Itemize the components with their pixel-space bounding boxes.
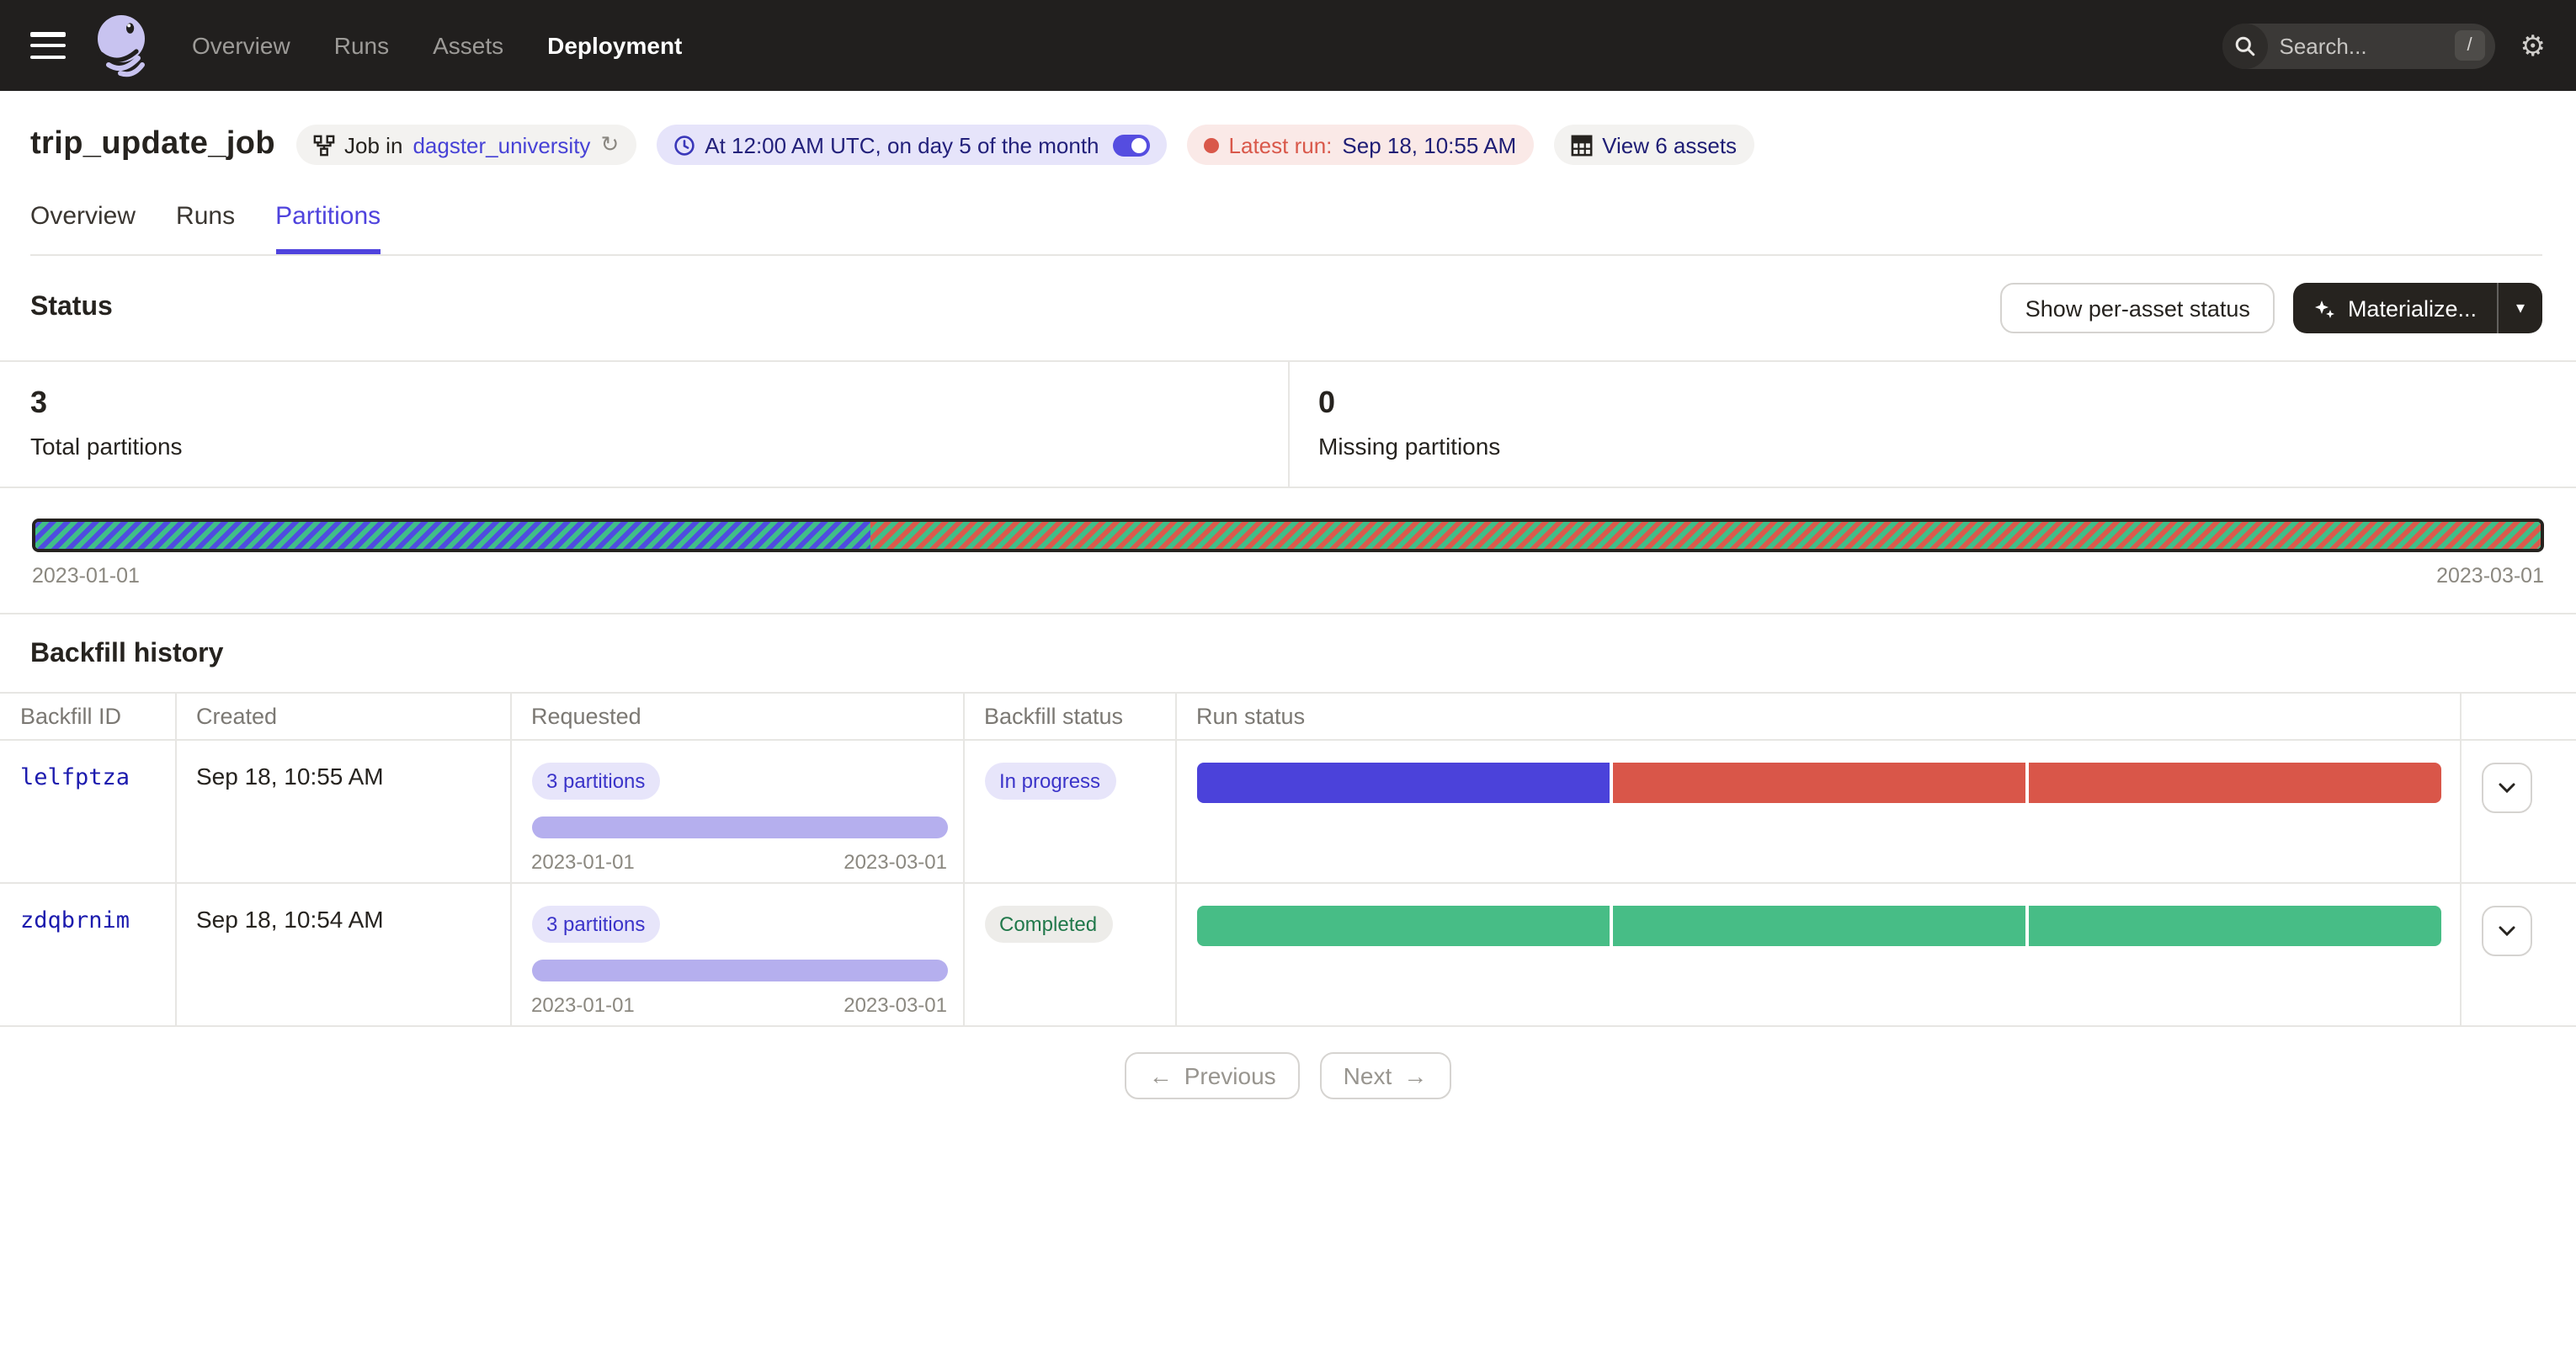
- requested-range-bar: [531, 960, 947, 981]
- gear-icon[interactable]: ⚙: [2520, 31, 2547, 60]
- col-header-backfill-id: Backfill ID: [0, 693, 175, 740]
- col-header-requested: Requested: [510, 693, 963, 740]
- previous-page-button[interactable]: ← Previous: [1126, 1052, 1300, 1099]
- tab-runs[interactable]: Runs: [176, 202, 235, 254]
- row-expand-button[interactable]: [2481, 906, 2531, 956]
- materialize-split-button: Materialize... ▾: [2294, 283, 2542, 333]
- col-header-run-status: Run status: [1175, 693, 2460, 740]
- partitions-count-badge[interactable]: 3 partitions: [531, 906, 660, 943]
- arrow-right-icon: →: [1403, 1062, 1427, 1089]
- refresh-icon[interactable]: ↻: [600, 131, 619, 158]
- asset-grid-icon: [1570, 134, 1592, 156]
- partition-stats-row: 3 Total partitions 0 Missing partitions: [0, 360, 2576, 488]
- dagster-logo-icon[interactable]: [88, 10, 155, 81]
- schedule-label: At 12:00 AM UTC, on day 5 of the month: [705, 132, 1099, 157]
- latest-run-link[interactable]: Sep 18, 10:55 AM: [1342, 132, 1516, 157]
- job-header: trip_update_job Job in dagster_universit…: [0, 91, 2576, 256]
- repo-link[interactable]: dagster_university: [412, 132, 590, 157]
- materialize-dropdown-button[interactable]: ▾: [2499, 283, 2542, 333]
- show-per-asset-status-button[interactable]: Show per-asset status: [2000, 283, 2275, 333]
- nav-item-runs[interactable]: Runs: [334, 32, 389, 59]
- missing-partitions-label: Missing partitions: [1318, 433, 2576, 460]
- run-segment-failed[interactable]: [2029, 763, 2442, 803]
- search-placeholder: Search...: [2280, 33, 2455, 58]
- created-timestamp: Sep 18, 10:55 AM: [196, 763, 384, 790]
- requested-range-end: 2023-03-01: [844, 850, 947, 874]
- sparkle-icon: [2314, 297, 2336, 319]
- top-navigation-bar: Overview Runs Assets Deployment Search..…: [0, 0, 2576, 91]
- tab-overview[interactable]: Overview: [30, 202, 136, 254]
- status-heading: Status: [30, 293, 113, 323]
- run-segment-succeeded[interactable]: [1196, 906, 1610, 946]
- partition-status-bar-block: 2023-01-01 2023-03-01: [0, 488, 2576, 614]
- search-icon: [2222, 23, 2268, 68]
- backfill-id-link[interactable]: zdqbrnim: [20, 907, 130, 934]
- view-assets-label: View 6 assets: [1602, 132, 1737, 157]
- partition-bar-segment-mixed-failed: [870, 522, 2541, 549]
- search-input[interactable]: Search... /: [2222, 23, 2495, 68]
- run-segment-failed[interactable]: [1613, 763, 2026, 803]
- hamburger-menu-icon[interactable]: [30, 32, 66, 59]
- latest-run-label: Latest run:: [1229, 132, 1333, 157]
- primary-nav: Overview Runs Assets Deployment: [192, 32, 682, 59]
- pagination: ← Previous Next →: [0, 1052, 2576, 1099]
- partition-status-bar[interactable]: [32, 519, 2544, 552]
- requested-range-start: 2023-01-01: [531, 993, 635, 1017]
- schedule-toggle[interactable]: [1113, 134, 1150, 156]
- search-shortcut-key: /: [2455, 30, 2485, 61]
- backfill-id-link[interactable]: lelfptza: [20, 764, 130, 791]
- job-tabs: Overview Runs Partitions: [30, 202, 2542, 256]
- table-row: zdqbrnim Sep 18, 10:54 AM 3 partitions 2…: [0, 883, 2576, 1026]
- total-partitions-stat: 3 Total partitions: [0, 362, 1288, 487]
- table-header-row: Backfill ID Created Requested Backfill s…: [0, 693, 2576, 740]
- materialize-button[interactable]: Materialize...: [2294, 283, 2497, 333]
- page-title: trip_update_job: [30, 126, 275, 163]
- partition-range-start-label: 2023-01-01: [32, 564, 140, 588]
- nav-item-deployment[interactable]: Deployment: [547, 32, 682, 59]
- total-partitions-label: Total partitions: [30, 433, 1288, 460]
- view-assets-tag[interactable]: View 6 assets: [1553, 125, 1754, 165]
- col-header-actions: [2460, 693, 2576, 740]
- next-page-button[interactable]: Next →: [1320, 1052, 1451, 1099]
- app-viewport: Overview Runs Assets Deployment Search..…: [0, 0, 2576, 1367]
- partition-bar-segment-mixed-inprogress: [35, 522, 870, 549]
- clock-icon: [673, 134, 695, 156]
- run-status-bar[interactable]: [1196, 763, 2442, 803]
- schedule-tag: At 12:00 AM UTC, on day 5 of the month: [656, 125, 1166, 165]
- chevron-down-icon: [2498, 783, 2515, 793]
- run-segment-succeeded[interactable]: [2029, 906, 2442, 946]
- col-header-created: Created: [175, 693, 510, 740]
- run-segment-succeeded[interactable]: [1613, 906, 2026, 946]
- latest-run-tag: Latest run: Sep 18, 10:55 AM: [1187, 125, 1534, 165]
- created-timestamp: Sep 18, 10:54 AM: [196, 906, 384, 933]
- run-status-bar[interactable]: [1196, 906, 2442, 946]
- requested-range-start: 2023-01-01: [531, 850, 635, 874]
- partitions-count-badge[interactable]: 3 partitions: [531, 763, 660, 800]
- backfill-history-heading: Backfill history: [30, 640, 2576, 670]
- partition-range-end-label: 2023-03-01: [2436, 564, 2544, 588]
- run-segment-in-progress[interactable]: [1196, 763, 1610, 803]
- job-icon: [312, 134, 334, 156]
- run-status-dot-icon: [1204, 137, 1219, 152]
- requested-range-end: 2023-03-01: [844, 993, 947, 1017]
- nav-item-assets[interactable]: Assets: [433, 32, 503, 59]
- backfill-status-badge: Completed: [984, 906, 1112, 943]
- nav-item-overview[interactable]: Overview: [192, 32, 290, 59]
- requested-range-bar: [531, 816, 947, 838]
- missing-partitions-value: 0: [1318, 386, 2576, 421]
- arrow-left-icon: ←: [1149, 1062, 1173, 1089]
- backfill-status-badge: In progress: [984, 763, 1115, 800]
- table-row: lelfptza Sep 18, 10:55 AM 3 partitions 2…: [0, 740, 2576, 883]
- tab-partitions[interactable]: Partitions: [275, 202, 381, 254]
- status-header-row: Status Show per-asset status Materialize…: [0, 256, 2576, 360]
- chevron-down-icon: [2498, 926, 2515, 936]
- job-repo-tag: Job in dagster_university ↻: [295, 125, 636, 165]
- total-partitions-value: 3: [30, 386, 1288, 421]
- row-expand-button[interactable]: [2481, 763, 2531, 813]
- backfill-history-table: Backfill ID Created Requested Backfill s…: [0, 692, 2576, 1027]
- col-header-backfill-status: Backfill status: [963, 693, 1175, 740]
- job-in-label: Job in: [344, 132, 402, 157]
- missing-partitions-stat: 0 Missing partitions: [1288, 362, 2576, 487]
